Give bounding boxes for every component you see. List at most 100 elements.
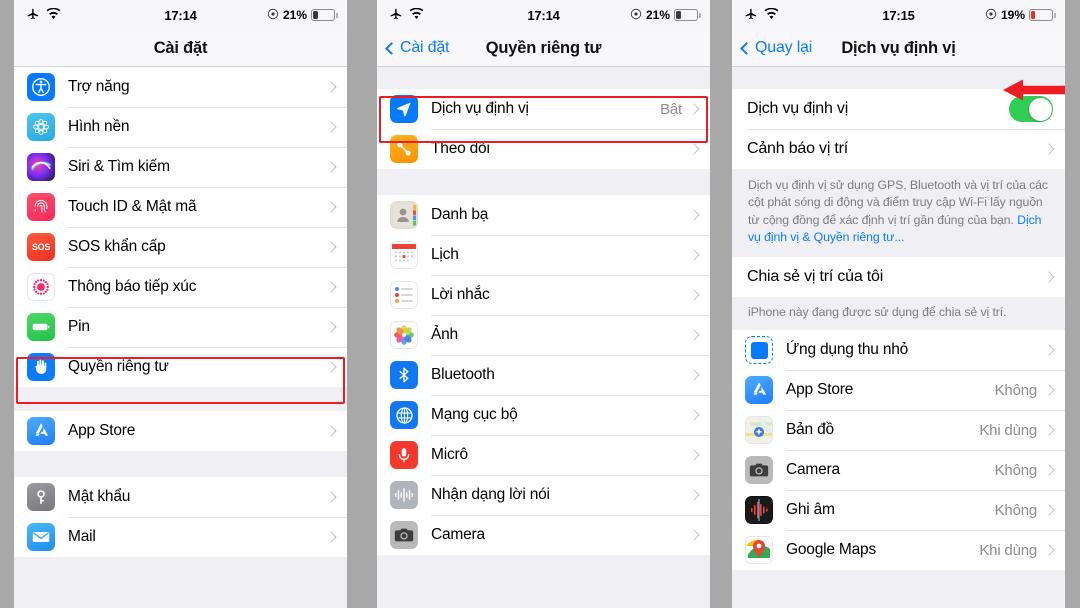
location-services-list[interactable]: Dịch vụ định vị Cảnh báo vị trí Dịch vụ … xyxy=(732,67,1065,608)
list-item-calendar[interactable]: Lịch xyxy=(377,235,710,275)
sidebar-item-label: App Store xyxy=(68,422,136,439)
back-button-label: Cài đặt xyxy=(400,39,450,56)
privacy-hand-icon xyxy=(27,353,55,381)
sidebar-item-accessibility[interactable]: Trợ năng xyxy=(14,67,347,107)
exposure-notification-icon xyxy=(27,273,55,301)
nav-bar-left: Cài đặt xyxy=(14,30,347,67)
list-item-location-services[interactable]: Dịch vụ định vị Bật xyxy=(377,89,710,129)
calendar-icon xyxy=(390,241,418,269)
share-location-group: Chia sẻ vị trí của tôi xyxy=(732,256,1065,297)
chevron-right-icon xyxy=(325,241,337,253)
list-item-camera[interactable]: Camera xyxy=(377,515,710,555)
list-item-label: Bluetooth xyxy=(431,366,495,383)
chevron-right-icon xyxy=(325,425,337,437)
list-item-label: App Store xyxy=(786,381,854,399)
sidebar-item-passwords[interactable]: Mật khẩu xyxy=(14,477,347,517)
list-item-value: Bật xyxy=(660,100,682,118)
back-button[interactable]: Quay lại xyxy=(740,39,813,57)
nav-bar-right: Quay lại Dịch vụ định vị xyxy=(732,30,1065,67)
list-item-contacts[interactable]: Danh bạ xyxy=(377,195,710,235)
chevron-right-icon xyxy=(688,409,700,421)
settings-list-left[interactable]: Trợ năng Hình nền Siri & Tìm kiếm Touch … xyxy=(14,67,347,608)
list-item-maps[interactable]: Bản đồ Khi dùng xyxy=(732,410,1065,451)
list-item-reminders[interactable]: Lời nhắc xyxy=(377,275,710,315)
list-item-app-store[interactable]: App Store Không xyxy=(732,370,1065,411)
chevron-right-icon xyxy=(688,529,700,541)
sidebar-item-label: Mật khẩu xyxy=(68,488,131,505)
list-item-local-network[interactable]: Mạng cục bộ xyxy=(377,395,710,435)
chevron-right-icon xyxy=(1043,143,1055,155)
sidebar-item-wallpaper[interactable]: Hình nền xyxy=(14,107,347,147)
battery-icon-low xyxy=(1029,9,1056,21)
chevron-right-icon xyxy=(688,449,700,461)
list-item-speech-recognition[interactable]: Nhận dạng lời nói xyxy=(377,475,710,515)
share-location-description: iPhone này đang được sử dụng để chia sẻ … xyxy=(732,296,1065,331)
section-gap xyxy=(14,387,347,411)
description-text: Dịch vụ định vị sử dụng GPS, Bluetooth v… xyxy=(748,178,1048,227)
google-maps-icon xyxy=(745,536,773,565)
chevron-right-icon xyxy=(325,121,337,133)
back-button[interactable]: Cài đặt xyxy=(385,39,450,57)
list-item-label: Bản đồ xyxy=(786,421,834,439)
list-item-value: Khi dùng xyxy=(979,541,1037,559)
settings-group-2: App Store xyxy=(14,411,347,451)
sidebar-item-privacy[interactable]: Quyền riêng tư xyxy=(14,347,347,387)
sidebar-item-label: SOS khẩn cấp xyxy=(68,238,166,255)
accessibility-icon xyxy=(27,73,55,101)
speech-recognition-icon xyxy=(390,481,418,509)
sidebar-item-label: Pin xyxy=(68,318,90,335)
screenshot-stage: 17:14 21% Cài đặt Trợ năng Hình nền Siri… xyxy=(0,0,1080,608)
sidebar-item-label: Hình nền xyxy=(68,118,130,135)
mail-icon xyxy=(27,523,55,551)
list-item-mini-app[interactable]: Ứng dụng thu nhỏ xyxy=(732,330,1065,371)
sidebar-item-mail[interactable]: Mail xyxy=(14,517,347,557)
battery-icon xyxy=(311,9,338,21)
chevron-right-icon xyxy=(688,489,700,501)
row-share-my-location[interactable]: Chia sẻ vị trí của tôi xyxy=(732,256,1065,297)
maps-icon xyxy=(745,416,773,445)
chevron-right-icon xyxy=(688,143,700,155)
list-item-bluetooth[interactable]: Bluetooth xyxy=(377,355,710,395)
sidebar-item-emergency-sos[interactable]: SOS SOS khẩn cấp xyxy=(14,227,347,267)
location-services-description: Dịch vụ định vị sử dụng GPS, Bluetooth v… xyxy=(732,169,1065,257)
list-item-camera[interactable]: Camera Không xyxy=(732,450,1065,491)
status-bar-middle: 17:14 21% xyxy=(377,0,710,30)
sidebar-item-label: Siri & Tìm kiếm xyxy=(68,158,170,175)
row-location-alerts[interactable]: Cảnh báo vị trí xyxy=(732,129,1065,169)
list-item-label: Theo dõi xyxy=(431,140,490,157)
reminders-icon xyxy=(390,281,418,309)
privacy-list[interactable]: Dịch vụ định vị Bật Theo dõi Danh bạ Lịc… xyxy=(377,67,710,608)
tracking-icon xyxy=(390,135,418,163)
back-button-label: Quay lại xyxy=(755,39,813,56)
location-services-icon xyxy=(390,95,418,123)
list-item-voice-memos[interactable]: Ghi âm Không xyxy=(732,490,1065,531)
list-item-photos[interactable]: Ảnh xyxy=(377,315,710,355)
sidebar-item-touchid-passcode[interactable]: Touch ID & Mật mã xyxy=(14,187,347,227)
list-item-tracking[interactable]: Theo dõi xyxy=(377,129,710,169)
list-item-label: Camera xyxy=(786,461,840,479)
sidebar-item-label: Trợ năng xyxy=(68,78,130,95)
list-item-microphone[interactable]: Micrô xyxy=(377,435,710,475)
chevron-right-icon xyxy=(1043,504,1055,516)
phone-screen-settings: 17:14 21% Cài đặt Trợ năng Hình nền Siri… xyxy=(14,0,347,608)
chevron-right-icon xyxy=(688,249,700,261)
settings-group-1: Trợ năng Hình nền Siri & Tìm kiếm Touch … xyxy=(14,67,347,387)
list-item-label: Dịch vụ định vị xyxy=(431,100,529,117)
chevron-right-icon xyxy=(325,491,337,503)
app-store-icon xyxy=(745,376,773,405)
contacts-icon xyxy=(390,201,418,229)
sidebar-item-battery[interactable]: Pin xyxy=(14,307,347,347)
sidebar-item-siri-search[interactable]: Siri & Tìm kiếm xyxy=(14,147,347,187)
sidebar-item-label: Quyền riêng tư xyxy=(68,358,169,375)
battery-icon xyxy=(27,313,55,341)
status-bar-left: 17:14 21% xyxy=(14,0,347,30)
local-network-icon xyxy=(390,401,418,429)
chevron-right-icon xyxy=(1043,544,1055,556)
sidebar-item-exposure-notifications[interactable]: Thông báo tiếp xúc xyxy=(14,267,347,307)
privacy-group-1: Dịch vụ định vị Bật Theo dõi xyxy=(377,89,710,169)
red-arrow-pointing-left xyxy=(1003,78,1065,102)
list-item-google-maps[interactable]: Google Maps Khi dùng xyxy=(732,530,1065,571)
list-item-label: Ảnh xyxy=(431,326,458,343)
sidebar-item-app-store[interactable]: App Store xyxy=(14,411,347,451)
sos-icon: SOS xyxy=(27,233,55,261)
